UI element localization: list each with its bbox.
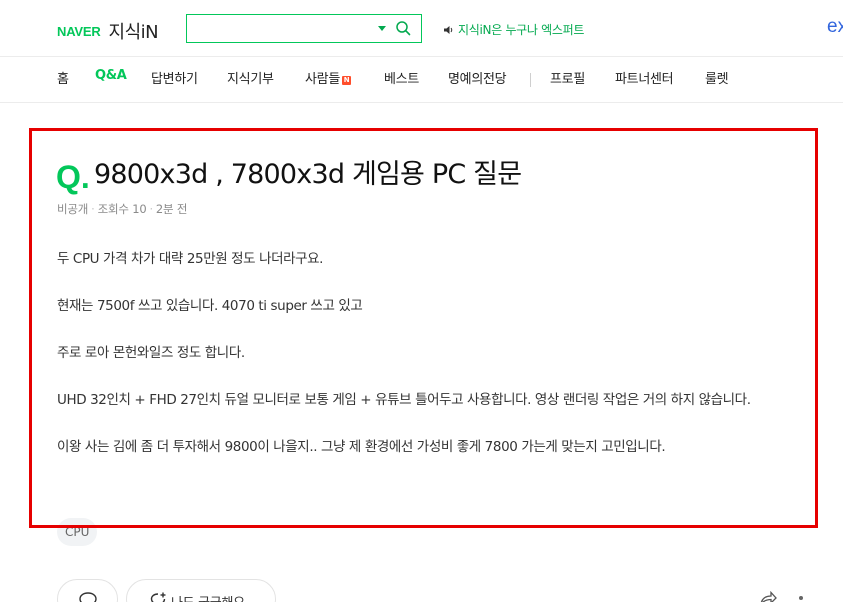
page: NAVER 지식iN 지식iN은 누구나 엑스퍼트 ex 홈 Q&A 답변하기 …	[0, 0, 843, 602]
highlight-box	[29, 128, 818, 528]
nav-divider	[530, 73, 531, 87]
search-dropdown-icon[interactable]	[378, 26, 386, 31]
promo-text[interactable]: 지식iN은 누구나 엑스퍼트	[458, 21, 584, 38]
comment-icon	[79, 592, 97, 602]
curious-label: 나도 궁금해요	[171, 592, 245, 602]
nav-profile[interactable]: 프로필	[550, 68, 585, 87]
new-badge: N	[341, 76, 351, 85]
brand-logo[interactable]: NAVER 지식iN	[57, 18, 159, 44]
nav-partner-center[interactable]: 파트너센터	[615, 68, 674, 87]
service-name[interactable]: 지식iN	[109, 18, 159, 44]
expert-promo-link[interactable]: 지식iN은 누구나 엑스퍼트	[443, 21, 584, 38]
nav-roulette[interactable]: 룰렛	[705, 68, 729, 87]
naver-logo[interactable]: NAVER	[57, 24, 101, 39]
search-box[interactable]	[186, 14, 422, 43]
nav-best[interactable]: 베스트	[384, 68, 419, 87]
nav-qna[interactable]: Q&A	[95, 68, 127, 83]
nav-home[interactable]: 홈	[57, 68, 69, 87]
curious-icon	[150, 592, 166, 602]
nav-people-label: 사람들	[305, 72, 340, 87]
nav-hall-of-fame[interactable]: 명예의전당	[448, 68, 507, 87]
curious-button[interactable]: 나도 궁금해요	[126, 579, 276, 602]
header: NAVER 지식iN 지식iN은 누구나 엑스퍼트 ex	[0, 0, 843, 57]
expert-link-truncated[interactable]: ex	[827, 16, 843, 38]
speaker-icon	[444, 25, 453, 34]
search-icon[interactable]	[395, 20, 411, 36]
nav-people[interactable]: 사람들 N	[305, 68, 351, 87]
share-icon[interactable]	[759, 591, 777, 602]
more-options-icon[interactable]	[795, 595, 807, 601]
comment-button[interactable]	[57, 579, 118, 602]
main-nav: 홈 Q&A 답변하기 지식기부 사람들 N 베스트 명예의전당 프로필 파트너센터…	[0, 57, 843, 103]
nav-answer[interactable]: 답변하기	[151, 68, 198, 87]
nav-donate[interactable]: 지식기부	[227, 68, 274, 87]
search-input[interactable]	[193, 19, 373, 37]
